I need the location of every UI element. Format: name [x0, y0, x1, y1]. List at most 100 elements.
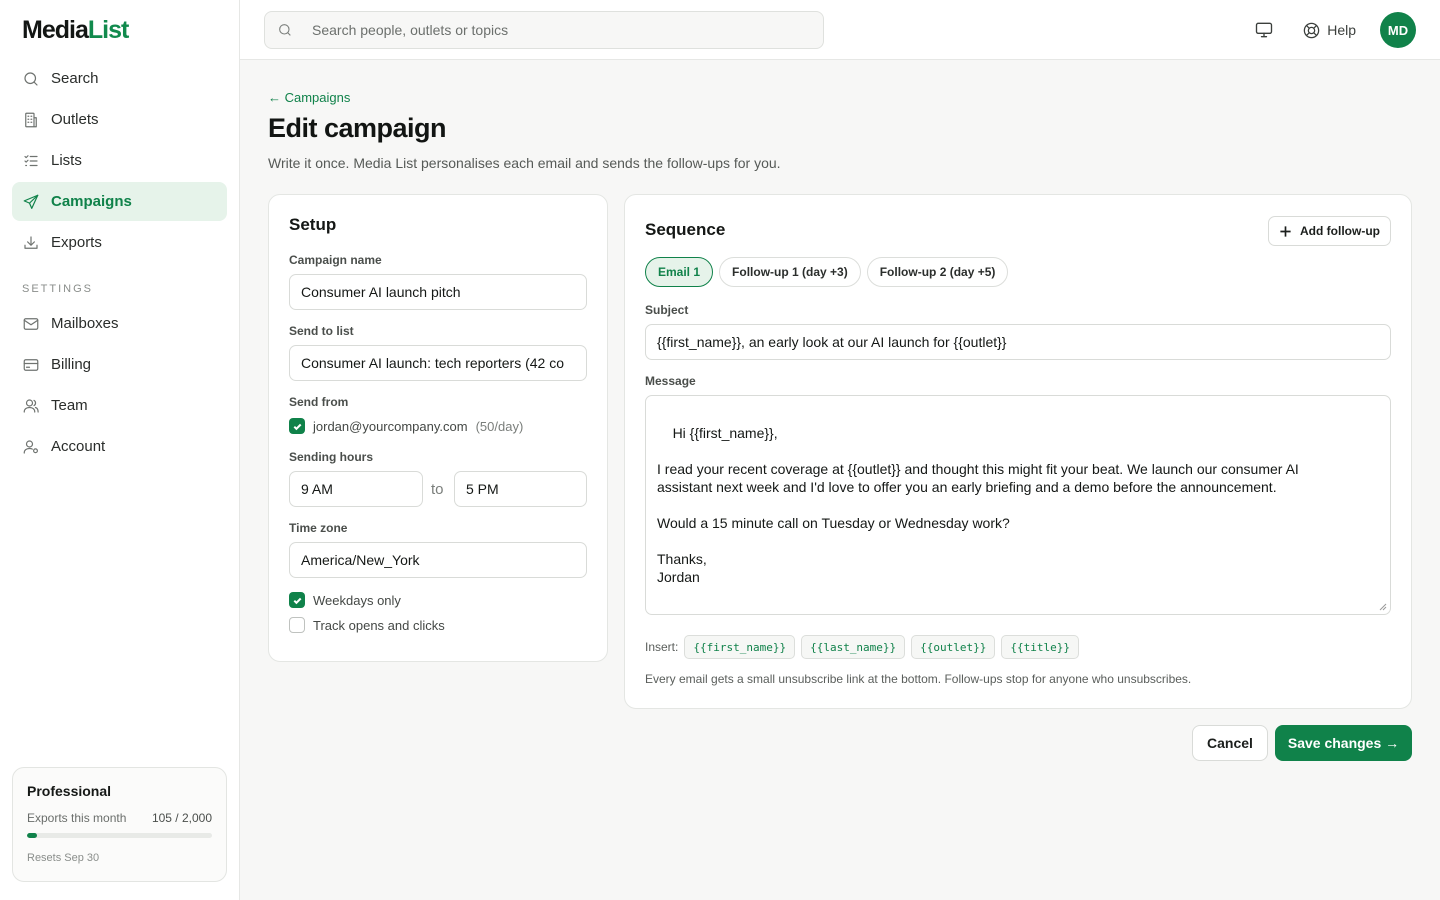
- list-icon: [22, 152, 40, 170]
- tab-follow-up-1[interactable]: Follow-up 1 (day +3): [719, 257, 861, 287]
- plan-usage-row: Exports this month 105 / 2,000: [27, 811, 212, 825]
- cancel-button[interactable]: Cancel: [1192, 725, 1268, 761]
- setup-card: Setup Campaign name Consumer AI launch p…: [268, 194, 608, 662]
- sidebar-item-billing[interactable]: Billing: [12, 345, 227, 384]
- hours-from-select[interactable]: 9 AM: [289, 471, 423, 507]
- plan-usage-count: 105 / 2,000: [151, 811, 212, 825]
- send-to-list-select[interactable]: Consumer AI launch: tech reporters (42 c…: [289, 345, 587, 381]
- plus-icon: [1280, 225, 1291, 237]
- plan-card: Professional Exports this month 105 / 2,…: [12, 767, 227, 882]
- check-icon: [293, 423, 301, 430]
- campaign-name-label: Campaign name: [289, 253, 382, 267]
- sidebar-item-team[interactable]: Team: [12, 386, 227, 425]
- plan-name: Professional: [27, 783, 112, 799]
- search-icon: [279, 24, 291, 36]
- check-icon: [293, 597, 301, 604]
- topbar: Help MD: [240, 0, 1440, 60]
- page-subtitle: Write it once. Media List personalises e…: [268, 155, 781, 171]
- app-logo[interactable]: MediaList: [22, 16, 129, 45]
- subject-label: Subject: [645, 303, 689, 317]
- weekdays-label: Weekdays only: [313, 592, 401, 608]
- sidebar-item-label: Account: [51, 438, 106, 455]
- sidebar-item-label: Exports: [51, 234, 102, 251]
- sidebar-item-account[interactable]: Account: [12, 427, 227, 466]
- insert-variables-row: Insert: {{first_name}} {{last_name}} {{o…: [645, 635, 1080, 659]
- plan-reset-date: Resets Sep 30: [27, 852, 100, 864]
- weekdays-checkbox[interactable]: [289, 592, 305, 608]
- add-follow-up-button[interactable]: Add follow-up: [1268, 216, 1391, 246]
- lifebuoy-icon: [1303, 22, 1320, 38]
- insert-chip-title[interactable]: {{title}}: [1001, 635, 1080, 659]
- topbar-actions: Help MD: [1252, 12, 1416, 48]
- sidebar-item-mailboxes[interactable]: Mailboxes: [12, 304, 227, 343]
- tab-email-1[interactable]: Email 1: [645, 257, 714, 287]
- unsubscribe-note: Every email gets a small unsubscribe lin…: [645, 672, 1192, 686]
- user-cog-icon: [22, 438, 40, 456]
- message-label: Message: [645, 374, 696, 388]
- settings-section-label: SETTINGS: [22, 283, 94, 295]
- save-changes-button[interactable]: Save changes →: [1275, 725, 1412, 761]
- sidebar-item-label: Lists: [51, 152, 82, 169]
- send-from-limit: (50/day): [475, 418, 524, 434]
- track-label: Track opens and clicks: [313, 617, 445, 633]
- credit-card-icon: [22, 356, 40, 374]
- settings-nav: Mailboxes Billing Team Account: [12, 304, 227, 468]
- send-to-list-label: Send to list: [289, 324, 354, 338]
- insert-chip-outlet[interactable]: {{outlet}}: [911, 635, 996, 659]
- subject-input[interactable]: {{first_name}}, an early look at our AI …: [645, 324, 1391, 360]
- sequence-card: Sequence Add follow-up Email 1 Follow-up…: [624, 194, 1412, 709]
- send-from-option[interactable]: jordan@yourcompany.com (50/day): [289, 418, 523, 434]
- page-title: Edit campaign: [268, 113, 447, 143]
- monitor-icon: [1256, 22, 1273, 38]
- time-zone-label: Time zone: [289, 521, 348, 535]
- track-option[interactable]: Track opens and clicks: [289, 617, 445, 633]
- help-label: Help: [1327, 22, 1356, 38]
- sidebar-item-campaigns[interactable]: Campaigns: [12, 182, 227, 221]
- sending-hours-label: Sending hours: [289, 450, 373, 464]
- resize-handle-icon[interactable]: [1379, 603, 1387, 611]
- message-textarea[interactable]: Hi {{first_name}}, I read your recent co…: [645, 395, 1391, 615]
- track-checkbox[interactable]: [289, 617, 305, 633]
- send-icon: [22, 193, 40, 211]
- tab-follow-up-2[interactable]: Follow-up 2 (day +5): [866, 257, 1009, 287]
- time-zone-select[interactable]: America/New_York: [289, 542, 587, 578]
- help-button[interactable]: Help: [1302, 21, 1356, 40]
- sidebar-item-label: Campaigns: [51, 193, 132, 210]
- user-avatar[interactable]: MD: [1380, 12, 1416, 48]
- hours-to-word: to: [431, 481, 444, 498]
- insert-chip-last-name[interactable]: {{last_name}}: [801, 635, 906, 659]
- back-to-campaigns-link[interactable]: ← Campaigns: [268, 90, 350, 105]
- plan-usage-label: Exports this month: [27, 811, 127, 825]
- insert-label: Insert:: [645, 640, 679, 654]
- sidebar-item-label: Mailboxes: [51, 315, 119, 332]
- message-text: Hi {{first_name}}, I read your recent co…: [657, 425, 1299, 585]
- users-icon: [22, 397, 40, 415]
- sidebar-item-outlets[interactable]: Outlets: [12, 100, 227, 139]
- sequence-tabs: Email 1 Follow-up 1 (day +3) Follow-up 2…: [645, 257, 1014, 287]
- weekdays-option[interactable]: Weekdays only: [289, 592, 401, 608]
- sidebar-item-lists[interactable]: Lists: [12, 141, 227, 180]
- sidebar-item-label: Search: [51, 70, 99, 87]
- mail-icon: [22, 315, 40, 333]
- sidebar-item-label: Team: [51, 397, 88, 414]
- main-nav: Search Outlets Lists Campaigns Exports: [12, 59, 227, 264]
- send-from-label: Send from: [289, 395, 349, 409]
- plan-usage-bar-fill: [27, 833, 37, 838]
- sidebar-item-search[interactable]: Search: [12, 59, 227, 98]
- sidebar: MediaList Search Outlets Lists Campaigns…: [0, 0, 240, 900]
- search-input[interactable]: [312, 22, 792, 38]
- monitor-button[interactable]: [1252, 18, 1276, 42]
- sidebar-item-label: Billing: [51, 356, 92, 373]
- global-search[interactable]: [264, 11, 824, 49]
- hours-to-select[interactable]: 5 PM: [454, 471, 587, 507]
- download-icon: [22, 234, 40, 252]
- sidebar-item-exports[interactable]: Exports: [12, 223, 227, 262]
- add-follow-up-label: Add follow-up: [1300, 224, 1380, 238]
- send-from-checkbox[interactable]: [289, 418, 305, 434]
- insert-chip-first-name[interactable]: {{first_name}}: [684, 635, 796, 659]
- campaign-name-input[interactable]: Consumer AI launch pitch: [289, 274, 587, 310]
- setup-title: Setup: [289, 215, 337, 234]
- plan-usage-bar: [27, 833, 212, 838]
- send-from-email: jordan@yourcompany.com: [313, 418, 468, 434]
- search-icon: [22, 70, 40, 88]
